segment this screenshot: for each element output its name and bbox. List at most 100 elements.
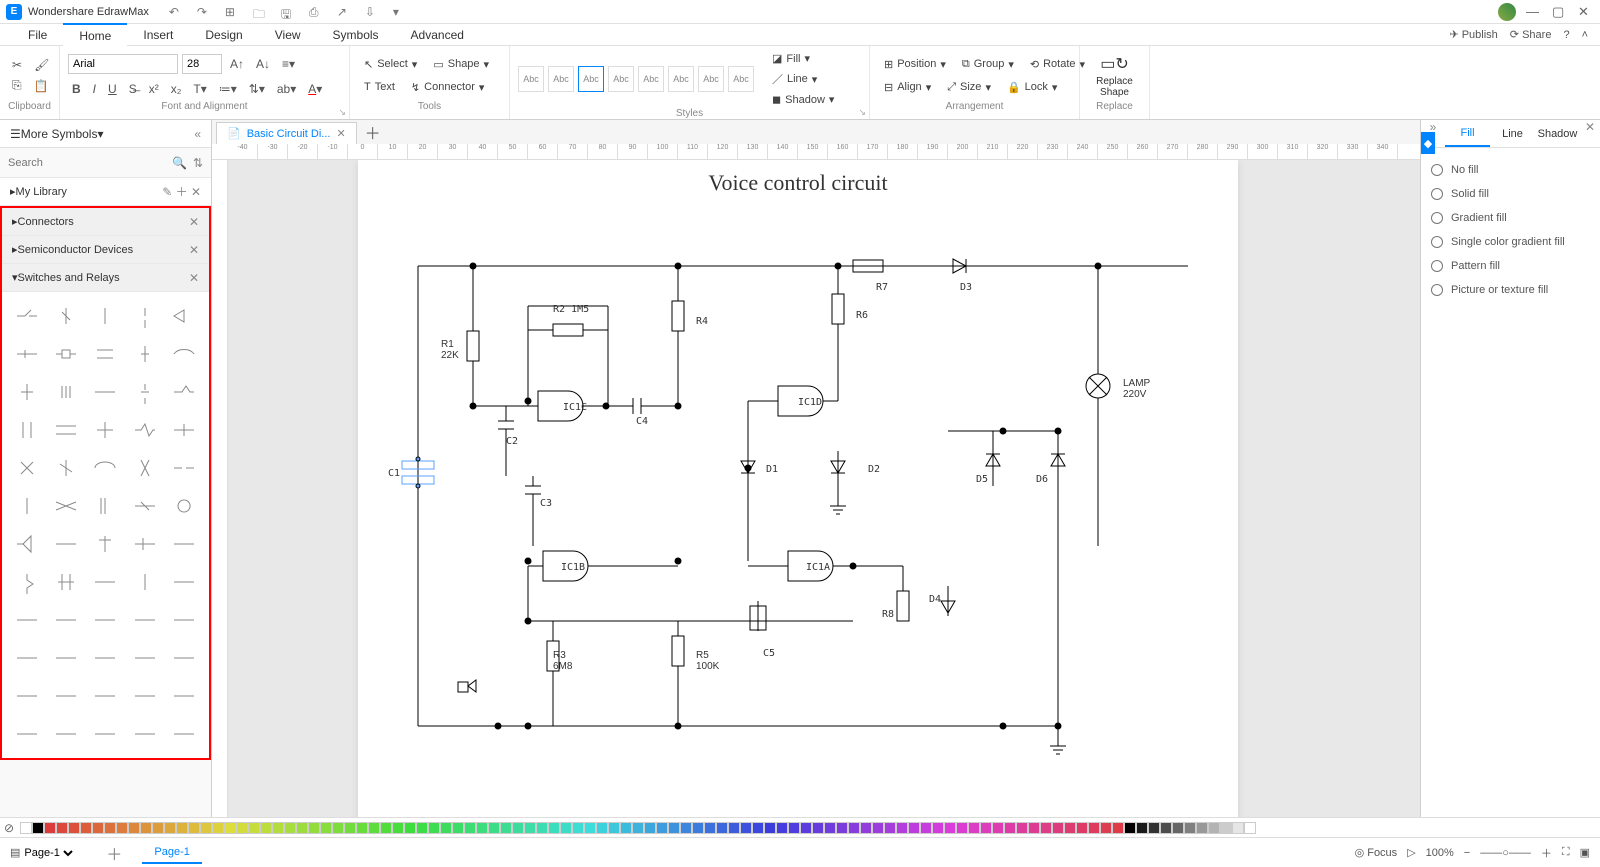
search-options-icon[interactable]: ⇅ [193,156,203,170]
bullets-icon[interactable]: ≔▾ [215,80,241,98]
symbol-item[interactable] [89,718,122,750]
color-swatch[interactable] [128,822,140,834]
color-swatch[interactable] [416,822,428,834]
color-swatch[interactable] [968,822,980,834]
menu-symbols[interactable]: Symbols [317,24,395,46]
color-swatch[interactable] [884,822,896,834]
symbol-item[interactable] [89,414,122,446]
color-swatch[interactable] [296,822,308,834]
symbol-item[interactable] [89,642,122,674]
position-button[interactable]: ⊞ Position▾ [878,56,952,73]
color-swatch[interactable] [356,822,368,834]
color-swatch[interactable] [212,822,224,834]
symbol-item[interactable] [89,604,122,636]
superscript-icon[interactable]: x² [145,80,163,98]
color-swatch[interactable] [1136,822,1148,834]
color-swatch[interactable] [56,822,68,834]
cat-close-icon[interactable]: ✕ [189,243,199,257]
color-swatch[interactable] [1028,822,1040,834]
symbol-item[interactable] [89,490,122,522]
opt-no-fill[interactable]: No fill [1431,158,1590,182]
category-my-library[interactable]: ▸ My Library ✎ ＋ ✕ [0,178,211,206]
color-swatch[interactable] [1172,822,1184,834]
new-icon[interactable]: ⊞ [225,5,239,19]
symbol-item[interactable] [128,604,161,636]
shape-button[interactable]: ▭ Shape▾ [427,56,495,73]
print-icon[interactable]: ⎙ [309,5,323,19]
color-swatch[interactable] [308,822,320,834]
color-swatch[interactable] [164,822,176,834]
category-switches[interactable]: ▾ Switches and Relays✕ [2,264,209,292]
color-swatch[interactable] [764,822,776,834]
symbol-item[interactable] [10,490,43,522]
symbol-item[interactable] [128,718,161,750]
more-icon[interactable]: ▾ [393,5,407,19]
symbol-item[interactable] [168,376,201,408]
category-connectors[interactable]: ▸ Connectors✕ [2,208,209,236]
fill-dropdown[interactable]: ◪ Fill▾ [766,50,840,67]
export-icon[interactable]: ↗ [337,5,351,19]
color-swatch[interactable] [320,822,332,834]
symbol-item[interactable] [49,680,82,712]
style-preset-2[interactable]: Abc [548,66,574,92]
symbol-item[interactable] [10,680,43,712]
symbol-item[interactable] [128,528,161,560]
style-preset-3[interactable]: Abc [578,66,604,92]
page[interactable]: Voice control circuit [358,160,1238,817]
menu-file[interactable]: File [12,24,63,46]
symbol-item[interactable] [10,604,43,636]
color-swatch[interactable] [1076,822,1088,834]
color-swatch[interactable] [104,822,116,834]
symbol-item[interactable] [10,338,43,370]
color-swatch[interactable] [44,822,56,834]
color-swatch[interactable] [788,822,800,834]
focus-button[interactable]: ◎ Focus [1355,846,1398,859]
color-swatch[interactable] [248,822,260,834]
color-swatch[interactable] [380,822,392,834]
strike-icon[interactable]: S̶ [125,80,141,98]
color-swatch[interactable] [200,822,212,834]
zoom-slider[interactable]: ——○—— [1480,847,1531,859]
color-swatch[interactable] [1124,822,1136,834]
color-swatch[interactable] [992,822,1004,834]
symbol-item[interactable] [168,414,201,446]
symbol-item[interactable] [10,528,43,560]
color-swatch[interactable] [452,822,464,834]
color-swatch[interactable] [812,822,824,834]
color-swatch[interactable] [980,822,992,834]
color-swatch[interactable] [896,822,908,834]
symbol-item[interactable] [49,376,82,408]
style-preset-8[interactable]: Abc [728,66,754,92]
color-swatch[interactable] [188,822,200,834]
symbol-item[interactable] [49,718,82,750]
color-swatch[interactable] [440,822,452,834]
menu-advanced[interactable]: Advanced [395,24,480,46]
color-swatch[interactable] [644,822,656,834]
symbol-item[interactable] [49,338,82,370]
align-button[interactable]: ⊟ Align▾ [878,79,937,96]
symbol-item[interactable] [49,604,82,636]
color-swatch[interactable] [800,822,812,834]
color-swatch[interactable] [476,822,488,834]
color-swatch[interactable] [704,822,716,834]
symbol-item[interactable] [89,300,122,332]
font-select[interactable] [68,54,178,74]
symbol-item[interactable] [128,490,161,522]
opt-pattern-fill[interactable]: Pattern fill [1431,254,1590,278]
color-swatch[interactable] [668,822,680,834]
align-left-icon[interactable]: ≡▾ [278,55,299,73]
menu-view[interactable]: View [259,24,317,46]
symbol-item[interactable] [128,376,161,408]
color-swatch[interactable] [776,822,788,834]
cat-close-icon[interactable]: ✕ [189,215,199,229]
highlight-icon[interactable]: ab▾ [273,80,300,98]
color-swatch[interactable] [344,822,356,834]
color-swatch[interactable] [488,822,500,834]
color-swatch[interactable] [1148,822,1160,834]
color-swatch[interactable] [1052,822,1064,834]
symbol-item[interactable] [10,642,43,674]
symbol-item[interactable] [10,718,43,750]
close-button[interactable]: ✕ [1578,4,1594,20]
maximize-button[interactable]: ▢ [1552,4,1568,20]
tab-fill[interactable]: Fill [1445,120,1490,147]
